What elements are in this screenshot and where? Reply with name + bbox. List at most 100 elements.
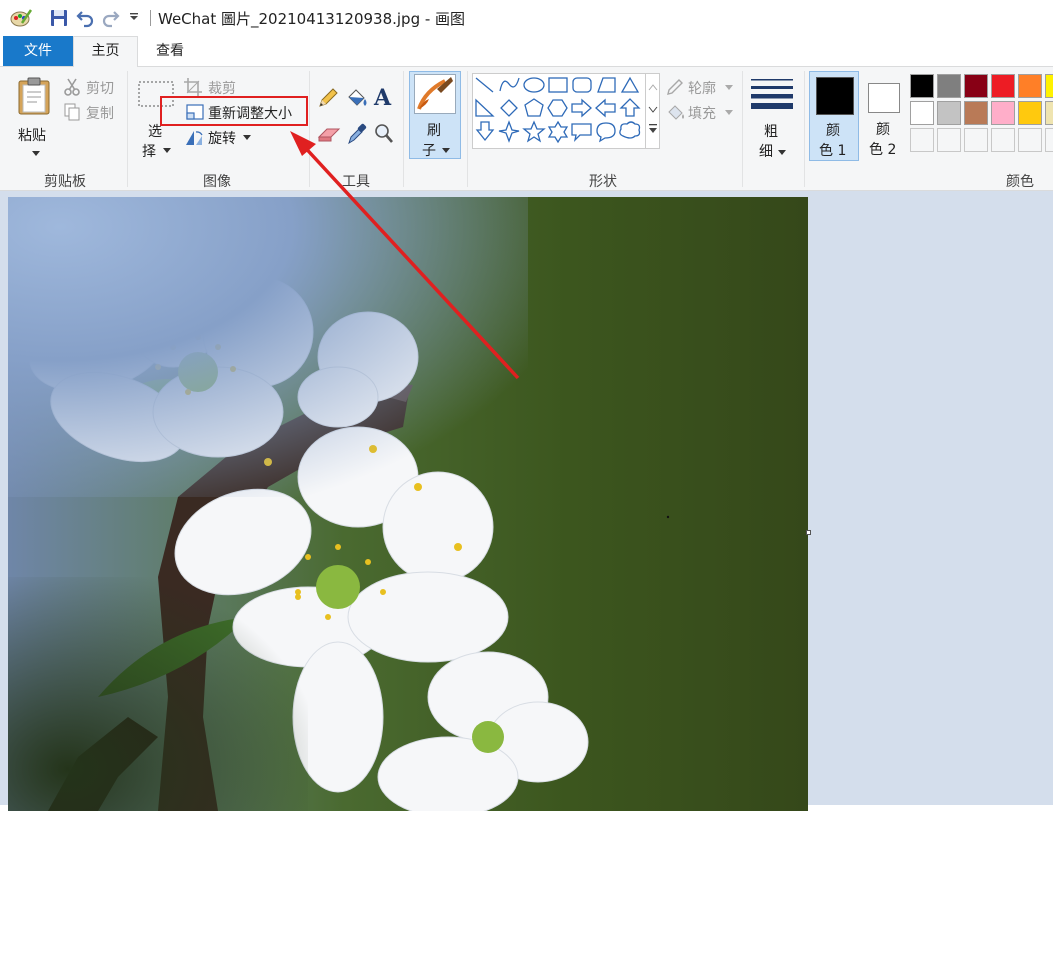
copy-label: 复制 — [86, 106, 114, 122]
palette-swatch[interactable] — [937, 101, 961, 125]
rotate-icon — [184, 128, 204, 146]
clipboard-icon — [17, 77, 51, 115]
fill-icon — [666, 103, 686, 121]
palette-swatch[interactable] — [1018, 101, 1042, 125]
cut-button[interactable]: 剪切 — [64, 77, 124, 97]
image-canvas[interactable] — [8, 197, 808, 811]
paste-button[interactable]: 粘贴 — [14, 73, 58, 167]
fill-button[interactable]: 填充 — [666, 102, 738, 122]
clipboard-group-label: 剪贴板 — [44, 174, 86, 190]
colors-group-label: 颜色 — [1006, 174, 1034, 190]
color1-label-line2: 色 1 — [819, 143, 847, 159]
color1-swatch — [816, 77, 854, 115]
brushes-label-line2: 子 — [422, 143, 436, 159]
outline-label: 轮廓 — [688, 81, 716, 97]
outline-button[interactable]: 轮廓 — [666, 77, 738, 97]
curve-shape-icon — [499, 77, 520, 92]
tab-home[interactable]: 主页 — [73, 36, 138, 67]
hexagon-shape-icon — [547, 99, 568, 117]
brushes-label-line1: 刷 — [427, 123, 441, 139]
color1-button[interactable]: 颜 色 1 — [809, 71, 859, 161]
palette-swatch[interactable] — [910, 74, 934, 98]
palette-swatch[interactable] — [964, 101, 988, 125]
diamond-shape-icon — [500, 99, 518, 117]
color2-button[interactable]: 颜 色 2 — [862, 71, 906, 161]
oval-shape-icon — [523, 77, 545, 93]
ribbon: 粘贴 剪切 复制 剪贴板 选 择 裁剪 重新调整大小 旋转 图像 A 工具 刷 … — [0, 66, 1053, 191]
color2-label-line1: 颜 — [876, 122, 890, 138]
canvas-workspace[interactable]: Bai du 经验 jingyan.baidu.com — [0, 191, 1053, 972]
callout-oval-shape-icon — [596, 122, 616, 143]
palette-swatch[interactable] — [1018, 74, 1042, 98]
fill-dropdown-icon — [725, 110, 733, 116]
down-arrow-shape-icon — [475, 121, 495, 142]
brushes-button[interactable]: 刷 子 — [409, 71, 461, 159]
palette-swatch[interactable] — [964, 74, 988, 98]
palette-swatch[interactable] — [1045, 101, 1053, 125]
six-point-star-shape-icon — [547, 120, 569, 144]
baidu-watermark-url: jingyan.baidu.com — [806, 951, 973, 972]
redo-icon[interactable] — [102, 9, 120, 28]
tab-view[interactable]: 查看 — [138, 36, 202, 66]
paste-label: 粘贴 — [18, 128, 46, 144]
rounded-rectangle-shape-icon — [572, 77, 592, 93]
eraser-icon[interactable] — [317, 125, 341, 143]
rotate-button[interactable]: 旋转 — [184, 127, 254, 147]
palette-swatch[interactable] — [910, 128, 934, 152]
palette-swatch[interactable] — [991, 74, 1015, 98]
scissors-icon — [64, 78, 80, 96]
window-title: WeChat 圖片_20210413120938.jpg - 画图 — [158, 10, 466, 28]
crop-icon — [184, 78, 202, 96]
title-separator — [150, 10, 151, 26]
undo-icon[interactable] — [76, 9, 94, 28]
save-icon[interactable] — [50, 9, 68, 27]
magnifier-icon[interactable] — [374, 123, 394, 145]
title-bar: WeChat 圖片_20210413120938.jpg - 画图 — [0, 0, 1053, 36]
callout-rectangle-shape-icon — [571, 123, 592, 142]
tab-file[interactable]: 文件 — [3, 36, 73, 66]
select-dropdown-icon — [163, 148, 171, 154]
left-arrow-shape-icon — [595, 98, 616, 118]
rotate-label: 旋转 — [208, 131, 236, 147]
shapes-scroll[interactable] — [645, 74, 659, 148]
pencil-icon[interactable] — [317, 87, 339, 109]
quick-access-dropdown-icon[interactable] — [129, 12, 139, 22]
text-tool-icon[interactable]: A — [374, 85, 391, 111]
line-shape-icon — [475, 77, 494, 93]
group-separator — [742, 71, 743, 187]
callout-cloud-shape-icon — [619, 121, 641, 139]
rectangle-shape-icon — [548, 77, 568, 93]
palette-swatch[interactable] — [964, 128, 988, 152]
color-picker-icon[interactable] — [347, 123, 367, 145]
pentagon-shape-icon — [524, 98, 544, 117]
color2-label-line2: 色 2 — [869, 142, 897, 158]
size-label-line2: 细 — [759, 144, 773, 160]
palette-swatch[interactable] — [937, 128, 961, 152]
fill-bucket-icon[interactable] — [345, 87, 369, 109]
outline-icon — [666, 78, 684, 96]
palette-swatch[interactable] — [991, 101, 1015, 125]
brush-icon — [414, 74, 456, 114]
triangle-shape-icon — [620, 76, 640, 93]
line-width-icon — [751, 77, 793, 109]
rotate-dropdown-icon — [243, 135, 251, 141]
palette-swatch[interactable] — [937, 74, 961, 98]
polygon-shape-icon — [597, 77, 616, 93]
crop-button[interactable]: 裁剪 — [184, 77, 254, 97]
palette-swatch[interactable] — [1018, 128, 1042, 152]
fill-label: 填充 — [688, 106, 716, 122]
size-button[interactable]: 粗 细 — [748, 73, 796, 161]
canvas-resize-handle-right[interactable] — [806, 530, 811, 535]
brushes-dropdown-icon — [442, 148, 450, 154]
palette-swatch[interactable] — [1045, 74, 1053, 98]
group-separator — [403, 71, 404, 187]
group-separator — [467, 71, 468, 187]
paint-app-icon[interactable] — [10, 7, 33, 29]
copy-button[interactable]: 复制 — [64, 102, 124, 122]
palette-swatch[interactable] — [1045, 128, 1053, 152]
photo-shadow-region — [8, 577, 308, 811]
palette-swatch[interactable] — [991, 128, 1015, 152]
paste-dropdown-icon — [32, 151, 40, 157]
color1-label-line1: 颜 — [826, 123, 840, 139]
palette-swatch[interactable] — [910, 101, 934, 125]
